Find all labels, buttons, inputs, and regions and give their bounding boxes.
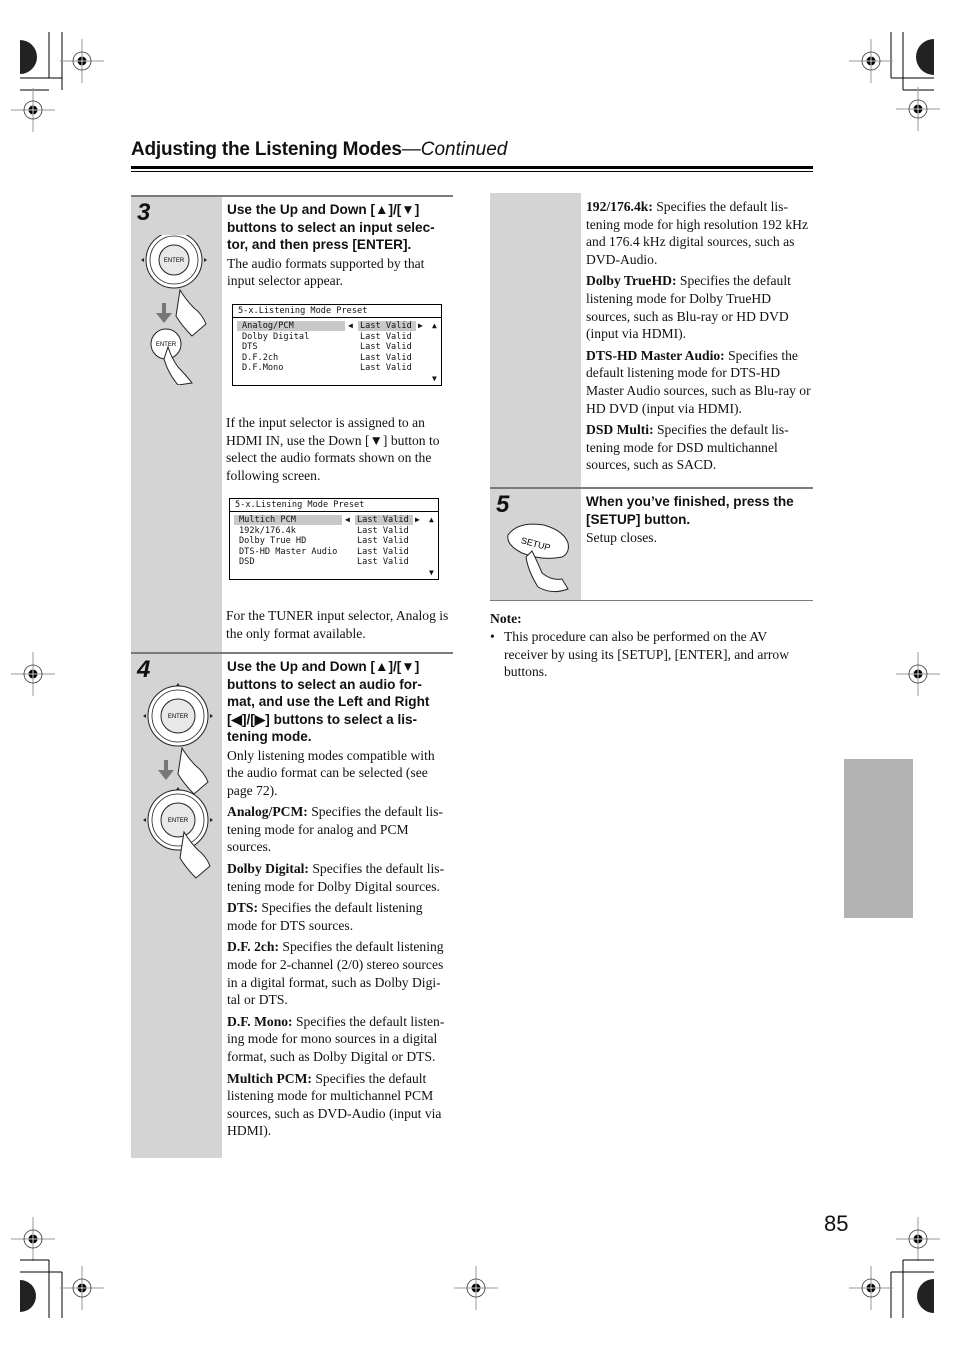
printer-crop-marks — [10, 30, 954, 1320]
color-bar-circle-icon — [20, 40, 37, 74]
